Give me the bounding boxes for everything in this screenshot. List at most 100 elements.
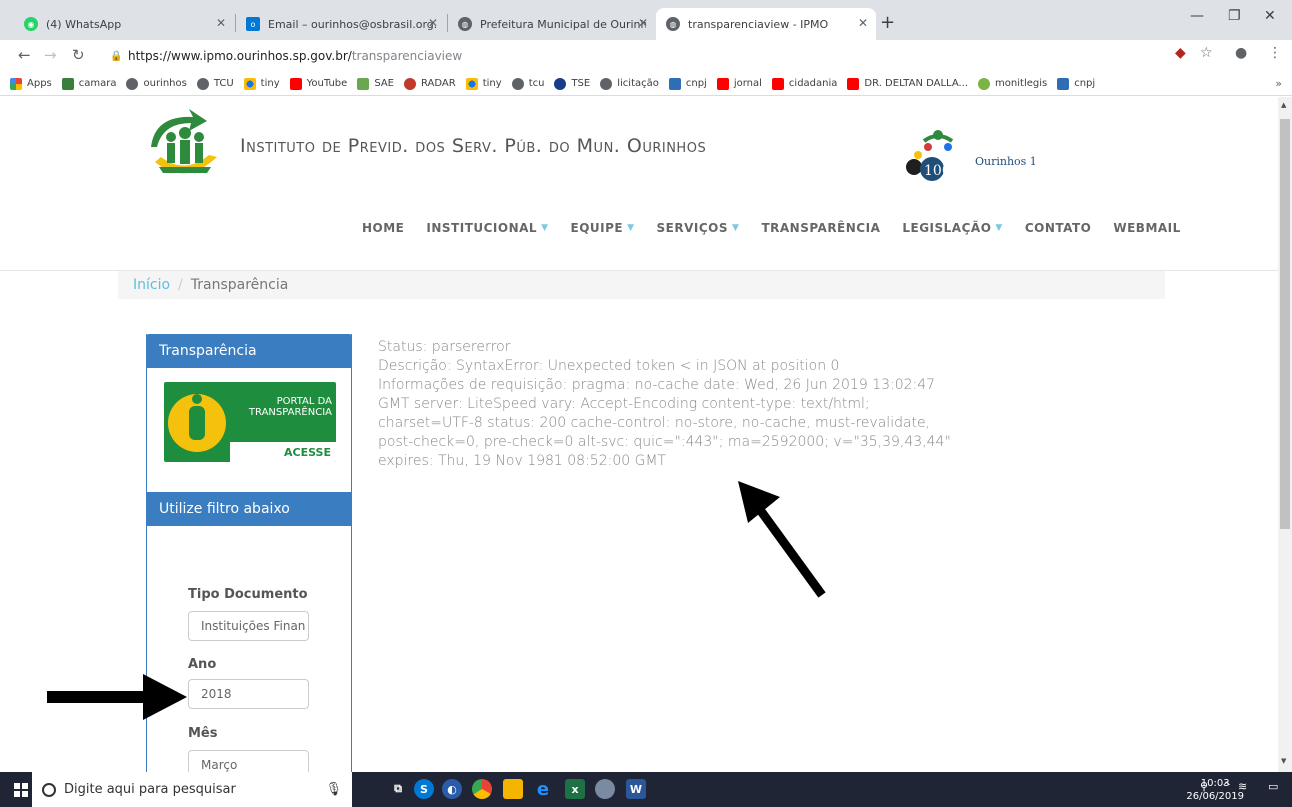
windows-start-icon[interactable]: [14, 783, 28, 797]
word-icon[interactable]: W: [626, 779, 646, 799]
address-bar[interactable]: 🔒 https://www.ipmo.ourinhos.sp.gov.br/ t…: [110, 46, 1160, 66]
notifications-icon[interactable]: ▭: [1268, 780, 1278, 793]
file-explorer-icon[interactable]: [503, 779, 523, 799]
error-line: Descrição: SyntaxError: Unexpected token…: [378, 358, 840, 374]
bookmark-label: SAE: [374, 78, 395, 89]
extension-icon[interactable]: ◆: [1175, 45, 1186, 61]
nav-servicos[interactable]: SERVIÇOS ▼: [657, 221, 740, 235]
tipo-documento-label: Tipo Documento: [188, 587, 308, 602]
bookmark-item[interactable]: RADAR: [404, 77, 456, 90]
nav-legislacao[interactable]: LEGISLAÇÃO ▼: [902, 221, 1002, 235]
bookmark-item[interactable]: TCU: [196, 77, 234, 90]
app-icon[interactable]: ◐: [442, 779, 462, 799]
tipo-documento-select[interactable]: Instituições Finan: [188, 611, 309, 641]
page-scrollbar[interactable]: ▲ ▼: [1278, 97, 1292, 772]
web-page: Instituto de Previd. dos Serv. Púb. do M…: [0, 97, 1278, 772]
nav-transparencia[interactable]: TRANSPARÊNCIA: [761, 221, 880, 235]
bookmark-item[interactable]: tiny: [243, 77, 280, 90]
tiny-icon: [243, 77, 256, 90]
close-tab-icon[interactable]: ✕: [216, 16, 226, 30]
minimize-icon[interactable]: —: [1190, 8, 1204, 24]
nav-equipe[interactable]: EQUIPE ▼: [571, 221, 635, 235]
portal-access-button[interactable]: ACESSE: [230, 442, 336, 462]
bookmark-item[interactable]: cidadania: [771, 77, 837, 90]
tab-whatsapp[interactable]: ◉ (4) WhatsApp ✕: [14, 8, 234, 40]
chevron-down-icon: ▼: [995, 223, 1003, 233]
portal-transparencia-banner[interactable]: PORTAL DA TRANSPARÊNCIA ACESSE: [164, 382, 336, 462]
forward-icon[interactable]: →: [44, 46, 57, 64]
bookmark-item[interactable]: licitação: [600, 77, 659, 90]
close-tab-icon[interactable]: ✕: [638, 16, 648, 30]
edge-icon[interactable]: e: [533, 779, 553, 800]
tab-email[interactable]: o Email – ourinhos@osbrasil.org.br ✕: [236, 8, 446, 40]
close-tab-icon[interactable]: ✕: [428, 16, 438, 30]
bookmark-apps[interactable]: Apps: [10, 77, 52, 90]
profile-avatar-icon[interactable]: ●: [1235, 45, 1247, 61]
scrollbar-thumb[interactable]: [1280, 119, 1290, 529]
skype-icon[interactable]: S: [414, 779, 434, 799]
bookmark-item[interactable]: tiny: [465, 77, 502, 90]
excel-icon[interactable]: x: [565, 779, 585, 799]
ipmo-logo[interactable]: [145, 107, 225, 187]
nav-institucional[interactable]: INSTITUCIONAL ▼: [426, 221, 548, 235]
bookmark-label: RADAR: [421, 78, 456, 89]
tse-icon: [554, 77, 567, 90]
nav-label: INSTITUCIONAL: [426, 221, 538, 235]
apps-grid-icon: [10, 77, 22, 90]
tab-transparenciaview[interactable]: ◍ transparenciaview - IPMO ✕: [656, 8, 876, 40]
system-clock[interactable]: 10:03 26/06/2019: [1186, 777, 1244, 803]
bookmark-item[interactable]: ourinhos: [126, 77, 187, 90]
app-icon[interactable]: [595, 779, 615, 799]
reload-icon[interactable]: ↻: [72, 46, 85, 64]
restore-icon[interactable]: ❐: [1228, 8, 1241, 24]
url-path: transparenciaview: [351, 49, 463, 63]
bookmark-item[interactable]: TSE: [554, 77, 590, 90]
close-tab-icon[interactable]: ✕: [858, 16, 868, 30]
site-title: Instituto de Previd. dos Serv. Púb. do M…: [240, 135, 707, 157]
new-tab-icon[interactable]: +: [880, 12, 895, 33]
mes-label: Mês: [188, 726, 218, 741]
nav-home[interactable]: HOME: [362, 221, 404, 235]
task-view-icon[interactable]: ⧉: [388, 779, 408, 799]
bookmark-item[interactable]: cnpj: [1057, 77, 1095, 90]
chrome-icon[interactable]: [472, 779, 492, 799]
bookmark-item[interactable]: camara: [61, 77, 116, 90]
globe-icon: [126, 77, 139, 90]
back-icon[interactable]: ←: [18, 46, 31, 64]
scroll-down-icon[interactable]: ▼: [1281, 757, 1286, 765]
clock-time: 10:03: [1200, 778, 1230, 789]
bookmark-label: Apps: [27, 78, 52, 89]
tab-prefeitura[interactable]: ◍ Prefeitura Municipal de Ourinhos ✕: [448, 8, 656, 40]
bookmark-item[interactable]: jornal: [716, 77, 762, 90]
globe-icon: [196, 77, 209, 90]
annotation-arrow-up: [738, 481, 826, 598]
bookmark-label: licitação: [617, 78, 659, 89]
scroll-up-icon[interactable]: ▲: [1281, 101, 1286, 109]
nav-contato[interactable]: CONTATO: [1025, 221, 1092, 235]
breadcrumb-current: Transparência: [190, 277, 289, 293]
ano-select[interactable]: 2018: [188, 679, 309, 709]
nav-webmail[interactable]: WEBMAIL: [1113, 221, 1180, 235]
bookmark-item[interactable]: YouTube: [289, 77, 347, 90]
nav-label: EQUIPE: [570, 221, 624, 235]
bookmark-label: tiny: [482, 78, 502, 89]
bookmark-item[interactable]: SAE: [357, 77, 395, 90]
bookmark-item[interactable]: tcu: [511, 77, 545, 90]
bookmark-item[interactable]: monitlegis: [978, 77, 1047, 90]
microphone-icon[interactable]: 🎙: [325, 782, 342, 797]
close-window-icon[interactable]: ✕: [1264, 8, 1276, 24]
error-message: Status: parsererror Descrição: SyntaxErr…: [378, 338, 968, 471]
menu-icon[interactable]: ⋮: [1268, 45, 1282, 61]
taskbar-search-box[interactable]: Digite aqui para pesquisar 🎙: [32, 772, 352, 807]
bookmark-star-icon[interactable]: ☆: [1200, 45, 1213, 61]
bookmark-item[interactable]: DR. DELTAN DALLA...: [847, 77, 968, 90]
bookmark-label: tcu: [528, 78, 545, 89]
info-icon: [168, 394, 226, 452]
tab-title: transparenciaview - IPMO: [688, 17, 829, 31]
breadcrumb-home-link[interactable]: Início: [133, 277, 170, 293]
bookmark-item[interactable]: cnpj: [668, 77, 707, 90]
bookmarks-overflow-icon[interactable]: »: [1275, 77, 1282, 90]
mes-select[interactable]: Março: [188, 750, 309, 772]
error-line: GMT server: LiteSpeed vary: Accept-Encod…: [378, 396, 870, 412]
clock-date: 26/06/2019: [1186, 791, 1244, 802]
